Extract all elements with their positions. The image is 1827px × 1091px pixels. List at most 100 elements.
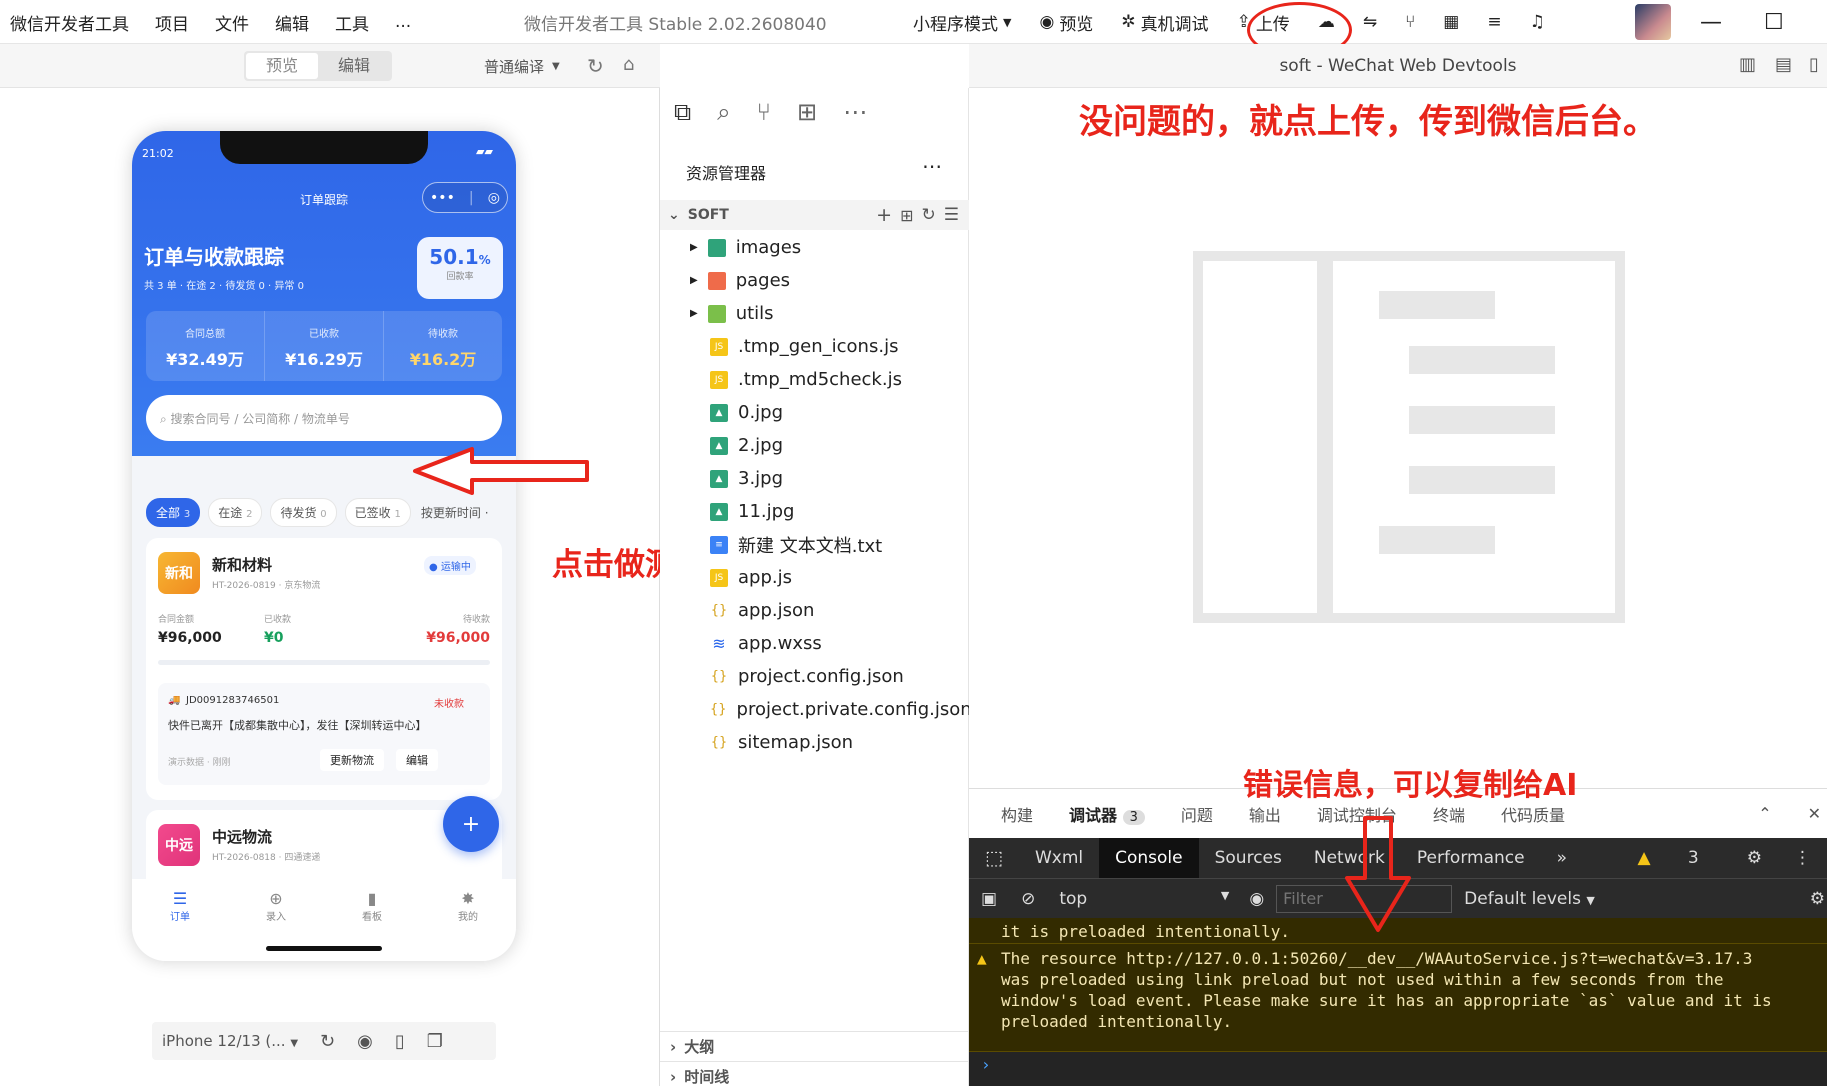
panel-debugger[interactable]: 调试器 3 (1069, 802, 1145, 826)
mode-select[interactable]: 小程序模式 ▼ (913, 10, 1011, 35)
order-card[interactable]: 新和 新和材料 HT-2026-0819 · 京东物流 ● 运输中 合同金额 ¥… (146, 538, 502, 800)
add-order-button[interactable]: + (443, 796, 499, 852)
file-item[interactable]: JS .tmp_gen_icons.js (710, 330, 969, 363)
clear-icon[interactable]: ⊘ (1009, 889, 1047, 909)
files-icon[interactable]: ⧉ (674, 98, 691, 126)
sidebar-toggle-icon[interactable]: ▥ (1739, 54, 1756, 75)
tab-console[interactable]: Console (1099, 838, 1199, 878)
file-item[interactable]: ▲ 0.jpg (710, 396, 969, 429)
gear-icon[interactable]: ⚙ (1731, 838, 1778, 878)
sidebar-icon[interactable]: ▣ (969, 889, 1009, 909)
preview-button[interactable]: ◉ 预览 (1039, 10, 1093, 35)
menu-edit[interactable]: 编辑 (275, 10, 309, 35)
swap-icon[interactable]: ⇋ (1363, 12, 1377, 32)
collapse-icon[interactable]: ☰ (944, 205, 959, 225)
gear-icon[interactable]: ⚙ (1810, 889, 1827, 909)
clean-icon[interactable]: ⌂ (623, 54, 634, 75)
layout-icon[interactable]: ▦ (1443, 12, 1459, 32)
more-tabs-icon[interactable]: » (1541, 838, 1583, 878)
tab-performance[interactable]: Performance (1401, 838, 1541, 878)
root-folder[interactable]: ⌄ SOFT + ⊞ ↻ ☰ (660, 200, 969, 230)
folder-pages[interactable]: ▶ pages (690, 264, 969, 297)
levels-select[interactable]: Default levels ▼ (1452, 889, 1595, 909)
search-icon[interactable]: ⌕ (717, 98, 730, 126)
warning-count[interactable]: ▲ 3 (1605, 838, 1730, 878)
sort-select[interactable]: 按更新时间 · (421, 504, 489, 521)
menu-app[interactable]: 微信开发者工具 (10, 10, 129, 35)
folder-utils[interactable]: ▶ utils (690, 297, 969, 330)
file-item[interactable]: ≡ 新建 文本文档.txt (710, 528, 969, 561)
more-icon[interactable]: ⋯ (843, 98, 867, 126)
file-item[interactable]: ▲ 11.jpg (710, 495, 969, 528)
file-item[interactable]: ≋ app.wxss (710, 627, 969, 660)
console-prompt[interactable]: › (969, 1052, 1827, 1086)
layout-icon[interactable]: ▯ (1809, 54, 1819, 75)
device-select[interactable]: iPhone 12/13 (... ▼ (162, 1032, 298, 1050)
menu-project[interactable]: 项目 (155, 10, 189, 35)
folder-images[interactable]: ▶ images (690, 231, 969, 264)
phone-icon[interactable]: ▯ (395, 1031, 405, 1052)
maximize-icon[interactable]: ☐ (1764, 10, 1784, 35)
chip-all[interactable]: 全部 3 (146, 498, 201, 527)
more-icon[interactable]: ⋯ (922, 154, 942, 178)
inspect-icon[interactable]: ⬚ (969, 838, 1019, 878)
stop-icon[interactable]: ◉ (357, 1031, 373, 1052)
panel-output[interactable]: 输出 (1249, 802, 1281, 826)
search-input[interactable]: ⌕ 搜索合同号 / 公司简称 / 物流单号 (146, 395, 502, 441)
refresh-icon[interactable]: ↻ (587, 54, 604, 78)
tab-mine[interactable]: ✸ 我的 (458, 879, 478, 961)
file-item[interactable]: {} project.config.json (710, 660, 969, 693)
update-logistics-button[interactable]: 更新物流 (320, 749, 384, 771)
chip-transit[interactable]: 在途 2 (208, 498, 263, 527)
tab-orders[interactable]: ☰ 订单 (170, 879, 190, 961)
file-item[interactable]: ▲ 2.jpg (710, 429, 969, 462)
context-select[interactable]: top ▼ (1047, 889, 1237, 909)
new-file-icon[interactable]: + (876, 204, 892, 226)
chip-signed[interactable]: 已签收 1 (344, 498, 411, 527)
activity-bar: ⧉ ⌕ ⑂ ⊞ ⋯ (674, 98, 867, 126)
panel-toggle-icon[interactable]: ▤ (1775, 54, 1792, 75)
console-line[interactable]: The resource http://127.0.0.1:50260/__de… (1001, 948, 1827, 969)
list-icon[interactable]: ≡ (1487, 12, 1501, 32)
file-item[interactable]: JS app.js (710, 561, 969, 594)
compile-select[interactable]: 普通编译 ▼ (484, 44, 560, 88)
menu-tools[interactable]: 工具 (335, 10, 369, 35)
file-item[interactable]: {} app.json (710, 594, 969, 627)
target-icon[interactable]: ◎ (488, 190, 500, 206)
more-icon[interactable]: ••• (430, 190, 455, 206)
close-icon[interactable]: ✕ (1808, 804, 1821, 823)
source-control-icon[interactable]: ⑂ (757, 98, 771, 126)
chip-to-ship[interactable]: 待发货 0 (270, 498, 337, 527)
user-avatar[interactable] (1635, 4, 1671, 40)
tab-edit[interactable]: 编辑 (318, 53, 390, 79)
file-item[interactable]: {} project.private.config.json (710, 693, 972, 726)
file-item[interactable]: ▲ 3.jpg (710, 462, 969, 495)
file-item[interactable]: JS .tmp_md5check.js (710, 363, 969, 396)
kebab-icon[interactable]: ⋮ (1778, 838, 1827, 878)
edit-button[interactable]: 编辑 (396, 749, 438, 771)
panel-code-quality[interactable]: 代码质量 (1501, 802, 1565, 826)
menu-file[interactable]: 文件 (215, 10, 249, 35)
menu-more[interactable]: ... (395, 12, 411, 32)
refresh-icon[interactable]: ↻ (922, 205, 936, 225)
panel-terminal[interactable]: 终端 (1433, 802, 1465, 826)
tab-sources[interactable]: Sources (1199, 838, 1298, 878)
rotate-icon[interactable]: ↻ (320, 1031, 335, 1052)
tab-preview[interactable]: 预览 (246, 53, 319, 79)
chevron-up-icon[interactable]: ⌃ (1758, 804, 1771, 823)
eye-icon[interactable]: ◉ (1237, 889, 1276, 909)
due-value: ¥96,000 (426, 630, 490, 646)
extensions-icon[interactable]: ⊞ (797, 98, 817, 126)
new-folder-icon[interactable]: ⊞ (900, 206, 913, 225)
tab-wxml[interactable]: Wxml (1019, 838, 1099, 878)
outline-section[interactable]: › 大纲 (660, 1031, 969, 1061)
branch-icon[interactable]: ⑂ (1405, 12, 1415, 32)
panel-build[interactable]: 构建 (1001, 802, 1033, 826)
timeline-section[interactable]: › 时间线 (660, 1061, 969, 1091)
bell-icon[interactable]: ♫ (1530, 12, 1545, 32)
panel-problems[interactable]: 问题 (1181, 802, 1213, 826)
file-item[interactable]: {} sitemap.json (710, 726, 969, 759)
minimize-icon[interactable]: — (1700, 10, 1722, 35)
real-debug-button[interactable]: ✲ 真机调试 (1121, 10, 1208, 35)
window-icon[interactable]: ❐ (427, 1031, 443, 1052)
